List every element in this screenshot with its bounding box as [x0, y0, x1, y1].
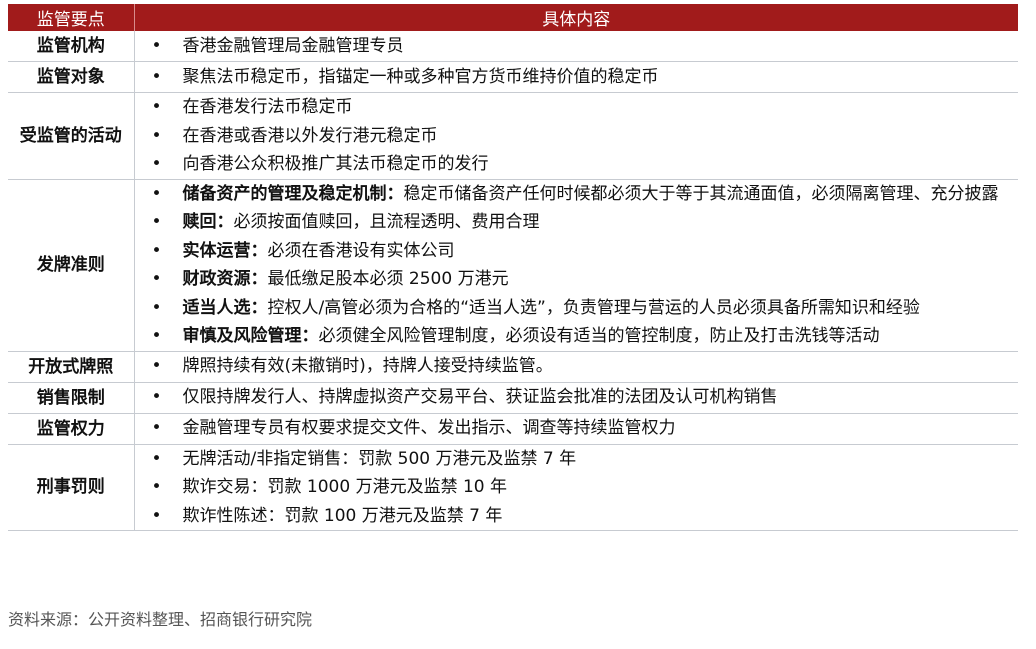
item-text: 必须按面值赎回，且流程透明、费用合理 [233, 212, 540, 232]
bullet-icon: • [151, 297, 162, 318]
row-key: 发牌准则 [8, 179, 135, 352]
bullet-icon: • [151, 326, 162, 346]
list-item: • 欺诈性陈述：罚款 100 万港元及监禁 7 年 [135, 502, 1019, 531]
bullet-list: • 在香港发行法币稳定币 • 在香港或香港以外发行港元稳定币 • 向香港公众积极推广其法币… [135, 93, 1019, 179]
row-content: • 在香港发行法币稳定币 • 在香港或香港以外发行港元稳定币 • 向香港公众积极推广其法币… [134, 92, 1019, 180]
item-bold-label: 实体运营： [182, 240, 268, 261]
item-text: 向香港公众积极推广其法币稳定币的发行 [182, 154, 489, 174]
list-item: • 适当人选：控权人/高管必须为合格的“适当人选”，负责管理与营运的人员必须具备所… [135, 294, 1019, 323]
row-content: • 无牌活动/非指定销售：罚款 500 万港元及监禁 7 年 • 欺诈交易：罚款 10… [134, 444, 1018, 531]
bullet-list: • 金融管理专员有权要求提交文件、发出指示、调查等持续监管权力 [135, 414, 1019, 443]
list-item: • 仅限持牌发行人、持牌虚拟资产交易平台、获证监会批准的法团及认可机构销售 [135, 383, 1019, 412]
bullet-list: • 牌照持续有效(未撤销时)，持牌人接受持续监管。 [135, 352, 1019, 381]
list-item: • 无牌活动/非指定销售：罚款 500 万港元及监禁 7 年 [135, 445, 1019, 474]
source-note: 资料来源：公开资料整理、招商银行研究院 [8, 610, 313, 629]
row-content: • 香港金融管理局金融管理专员 [134, 31, 1018, 62]
list-item: • 香港金融管理局金融管理专员 [135, 32, 1019, 61]
bullet-icon: • [151, 240, 162, 261]
bullet-icon: • [151, 418, 162, 439]
table-row: 发牌准则 • 储备资产的管理及稳定机制：稳定币储备资产任何时候都必须大于等于其流通面… [8, 179, 1019, 352]
bullet-icon: • [151, 125, 162, 146]
row-key: 监管权力 [8, 413, 135, 445]
row-content: • 仅限持牌发行人、持牌虚拟资产交易平台、获证监会批准的法团及认可机构销售 [134, 382, 1019, 414]
header-key: 监管要点 [8, 4, 135, 31]
row-content: • 聚焦法币稳定币，指锚定一种或多种官方货币维持价值的稳定币 [134, 61, 1019, 93]
list-item: • 在香港或香港以外发行港元稳定币 [135, 122, 1019, 151]
item-text: 欺诈交易：罚款 1000 万港元及监禁 10 年 [182, 477, 508, 497]
bullet-icon: • [151, 387, 162, 408]
row-key: 受监管的活动 [8, 92, 135, 180]
list-item: • 实体运营：必须在香港设有实体公司 [135, 237, 1019, 266]
bullet-icon: • [151, 212, 162, 232]
row-key: 监管机构 [8, 31, 135, 62]
item-text: 聚焦法币稳定币，指锚定一种或多种官方货币维持价值的稳定币 [182, 66, 659, 87]
list-item: • 欺诈交易：罚款 1000 万港元及监禁 10 年 [135, 473, 1019, 502]
table-row: 监管机构 • 香港金融管理局金融管理专员 [8, 31, 1018, 62]
item-bold-label: 审慎及风险管理： [182, 326, 319, 346]
list-item: • 储备资产的管理及稳定机制：稳定币储备资产任何时候都必须大于等于其流通面值，必须… [135, 180, 1019, 209]
bullet-icon: • [151, 505, 162, 526]
bullet-icon: • [151, 477, 162, 497]
item-text: 牌照持续有效(未撤销时)，持牌人接受持续监管。 [182, 356, 553, 377]
item-bold-label: 财政资源： [182, 269, 268, 289]
bullet-icon: • [151, 356, 162, 377]
bullet-list: • 仅限持牌发行人、持牌虚拟资产交易平台、获证监会批准的法团及认可机构销售 [135, 383, 1019, 412]
item-bold-label: 适当人选： [182, 297, 268, 318]
bullet-icon: • [151, 183, 162, 204]
table-row: 销售限制 • 仅限持牌发行人、持牌虚拟资产交易平台、获证监会批准的法团及认可机构销售 [8, 382, 1019, 414]
list-item: • 赎回：必须按面值赎回，且流程透明、费用合理 [135, 208, 1019, 237]
row-key: 监管对象 [8, 61, 135, 93]
bullet-list: • 储备资产的管理及稳定机制：稳定币储备资产任何时候都必须大于等于其流通面值，必须… [135, 180, 1019, 351]
bullet-icon: • [151, 97, 162, 117]
item-text: 必须健全风险管理制度，必须设有适当的管控制度，防止及打击洗钱等活动 [318, 326, 880, 346]
bullet-icon: • [151, 448, 162, 469]
row-key: 销售限制 [8, 382, 135, 414]
row-key: 刑事罚则 [8, 444, 135, 531]
regulation-table: 监管要点 具体内容 监管机构 • 香港金融管理局金融管理专员监管对象 • 聚焦法币稳定币… [8, 4, 1018, 531]
list-item: • 向香港公众积极推广其法币稳定币的发行 [135, 150, 1019, 179]
item-text: 在香港发行法币稳定币 [182, 97, 353, 117]
row-content: • 储备资产的管理及稳定机制：稳定币储备资产任何时候都必须大于等于其流通面值，必须… [134, 179, 1019, 352]
table-row: 刑事罚则 • 无牌活动/非指定销售：罚款 500 万港元及监禁 7 年 • 欺诈交易：罚… [8, 444, 1018, 531]
table-header-row: 监管要点 具体内容 [8, 4, 1018, 31]
bullet-list: • 聚焦法币稳定币，指锚定一种或多种官方货币维持价值的稳定币 [135, 63, 1019, 92]
item-text: 仅限持牌发行人、持牌虚拟资产交易平台、获证监会批准的法团及认可机构销售 [182, 387, 778, 408]
item-text: 必须在香港设有实体公司 [267, 240, 455, 261]
item-text: 香港金融管理局金融管理专员 [182, 35, 404, 56]
item-text: 欺诈性陈述：罚款 100 万港元及监禁 7 年 [182, 505, 503, 526]
item-text: 稳定币储备资产任何时候都必须大于等于其流通面值，必须隔离管理、充分披露 [403, 183, 999, 204]
item-text: 控权人/高管必须为合格的“适当人选”，负责管理与营运的人员必须具备所需知识和经验 [267, 297, 920, 318]
bullet-icon: • [151, 66, 162, 87]
row-key: 开放式牌照 [8, 351, 135, 383]
list-item: • 财政资源：最低缴足股本必须 2500 万港元 [135, 265, 1019, 294]
list-item: • 牌照持续有效(未撤销时)，持牌人接受持续监管。 [135, 352, 1019, 381]
table-row: 监管权力 • 金融管理专员有权要求提交文件、发出指示、调查等持续监管权力 [8, 413, 1019, 445]
item-text: 金融管理专员有权要求提交文件、发出指示、调查等持续监管权力 [182, 418, 676, 439]
regulation-table-container: 监管要点 具体内容 监管机构 • 香港金融管理局金融管理专员监管对象 • 聚焦法币稳定币… [8, 4, 1018, 531]
list-item: • 聚焦法币稳定币，指锚定一种或多种官方货币维持价值的稳定币 [135, 63, 1019, 92]
item-text: 在香港或香港以外发行港元稳定币 [182, 125, 438, 146]
table-body: 监管机构 • 香港金融管理局金融管理专员监管对象 • 聚焦法币稳定币，指锚定一种或多种官… [8, 31, 1018, 531]
list-item: • 在香港发行法币稳定币 [135, 93, 1019, 122]
list-item: • 审慎及风险管理：必须健全风险管理制度，必须设有适当的管控制度，防止及打击洗钱等… [135, 322, 1019, 351]
bullet-icon: • [151, 35, 162, 56]
item-text: 最低缴足股本必须 2500 万港元 [267, 269, 509, 289]
row-content: • 牌照持续有效(未撤销时)，持牌人接受持续监管。 [134, 351, 1019, 383]
item-bold-label: 赎回： [182, 212, 234, 232]
table-row: 开放式牌照 • 牌照持续有效(未撤销时)，持牌人接受持续监管。 [8, 351, 1019, 383]
list-item: • 金融管理专员有权要求提交文件、发出指示、调查等持续监管权力 [135, 414, 1019, 443]
bullet-list: • 香港金融管理局金融管理专员 [135, 32, 1019, 61]
bullet-icon: • [151, 154, 162, 174]
bullet-icon: • [151, 269, 162, 289]
table-row: 受监管的活动 • 在香港发行法币稳定币 • 在香港或香港以外发行港元稳定币 • 向香港公众积… [8, 92, 1019, 180]
item-bold-label: 储备资产的管理及稳定机制： [182, 183, 404, 204]
header-content: 具体内容 [134, 4, 1018, 31]
row-content: • 金融管理专员有权要求提交文件、发出指示、调查等持续监管权力 [134, 413, 1019, 445]
item-text: 无牌活动/非指定销售：罚款 500 万港元及监禁 7 年 [182, 448, 577, 469]
table-row: 监管对象 • 聚焦法币稳定币，指锚定一种或多种官方货币维持价值的稳定币 [8, 61, 1019, 93]
bullet-list: • 无牌活动/非指定销售：罚款 500 万港元及监禁 7 年 • 欺诈交易：罚款 10… [135, 445, 1019, 531]
